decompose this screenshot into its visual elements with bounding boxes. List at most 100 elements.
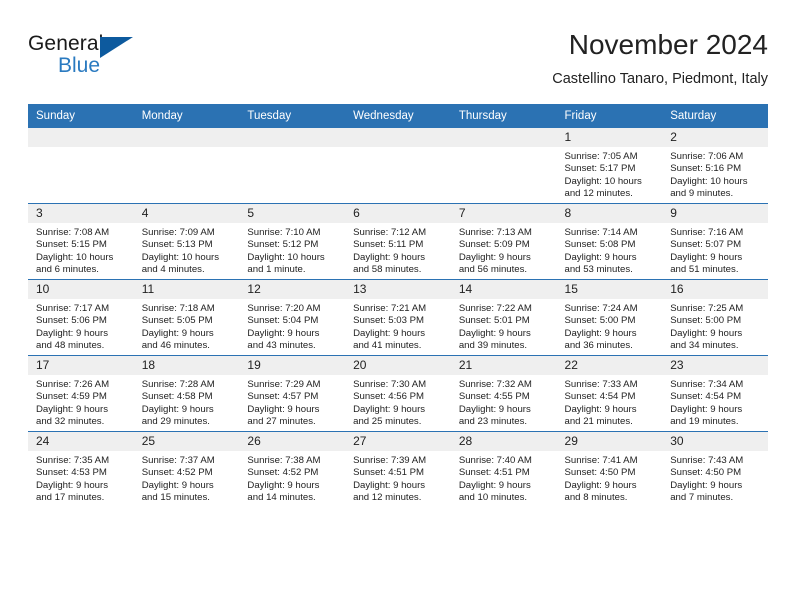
sunrise-text: Sunrise: 7:41 AM (564, 455, 638, 466)
daylight-text-line1: Daylight: 9 hours (141, 479, 214, 491)
day-details: Sunrise: 7:40 AM Sunset: 4:51 PM Daylight:… (451, 451, 557, 505)
day-number: 19 (239, 356, 346, 375)
day-number (450, 128, 557, 147)
daylight-text-line1: Daylight: 9 hours (458, 479, 531, 491)
sunset-text: Sunset: 5:05 PM (141, 315, 213, 327)
location-subtitle: Castellino Tanaro, Piedmont, Italy (552, 71, 768, 87)
sunset-text: Sunset: 5:11 PM (353, 239, 424, 251)
daylight-text-line1: Daylight: 9 hours (247, 479, 320, 491)
day-number: 29 (556, 432, 663, 451)
daylight-text-line2: and 43 minutes. (247, 340, 316, 352)
day-number: 1 (556, 128, 663, 147)
day-number: 8 (556, 204, 663, 223)
calendar-day-cell[interactable]: 29 Sunrise: 7:41 AM Sunset: 4:50 PM Dayligh… (556, 431, 663, 507)
sunrise-text: Sunrise: 7:24 AM (564, 303, 638, 314)
daylight-text-line1: Daylight: 10 hours (564, 175, 642, 187)
daylight-text-line2: and 48 minutes. (36, 340, 105, 352)
calendar-day-cell[interactable]: 9 Sunrise: 7:16 AM Sunset: 5:07 PM Daylight… (662, 203, 768, 280)
sunset-text: Sunset: 4:52 PM (141, 467, 213, 479)
sunset-text: Sunset: 5:03 PM (353, 315, 425, 327)
sunrise-text: Sunrise: 7:40 AM (458, 455, 532, 466)
day-details: Sunrise: 7:34 AM Sunset: 4:54 PM Daylight:… (662, 375, 768, 429)
sunset-text: Sunset: 4:51 PM (353, 467, 425, 479)
daylight-text-line1: Daylight: 9 hours (564, 403, 637, 415)
calendar-day-cell[interactable]: 1 Sunrise: 7:05 AM Sunset: 5:17 PM Daylight… (556, 128, 663, 204)
calendar-day-cell[interactable]: 14 Sunrise: 7:22 AM Sunset: 5:01 PM Dayligh… (450, 279, 557, 356)
calendar-day-cell[interactable]: 16 Sunrise: 7:25 AM Sunset: 5:00 PM Dayligh… (662, 279, 768, 356)
day-number (28, 128, 134, 147)
daylight-text-line2: and 12 minutes. (564, 188, 633, 200)
calendar-day-cell[interactable]: 8 Sunrise: 7:14 AM Sunset: 5:08 PM Daylight… (556, 203, 663, 280)
calendar-day-cell[interactable]: 20 Sunrise: 7:30 AM Sunset: 4:56 PM Dayligh… (345, 355, 451, 432)
calendar-day-cell[interactable]: 10 Sunrise: 7:17 AM Sunset: 5:06 PM Dayligh… (28, 279, 134, 356)
calendar-day-cell[interactable]: 6 Sunrise: 7:12 AM Sunset: 5:11 PM Daylight… (345, 203, 451, 280)
sunrise-text: Sunrise: 7:26 AM (36, 379, 110, 390)
calendar-day-cell[interactable]: 21 Sunrise: 7:32 AM Sunset: 4:55 PM Dayligh… (450, 355, 557, 432)
calendar-day-cell[interactable]: 15 Sunrise: 7:24 AM Sunset: 5:00 PM Dayligh… (556, 279, 663, 356)
day-details: Sunrise: 7:22 AM Sunset: 5:01 PM Daylight:… (451, 299, 557, 353)
calendar-day-cell[interactable]: 5 Sunrise: 7:10 AM Sunset: 5:12 PM Daylight… (239, 203, 346, 280)
calendar-day-cell-empty (450, 128, 557, 204)
calendar-day-cell[interactable]: 4 Sunrise: 7:09 AM Sunset: 5:13 PM Daylight… (133, 203, 240, 280)
calendar-page: General Blue November 2024 Castellino Ta… (0, 0, 792, 612)
day-details: Sunrise: 7:41 AM Sunset: 4:50 PM Daylight:… (557, 451, 663, 505)
day-details: Sunrise: 7:17 AM Sunset: 5:06 PM Daylight:… (28, 299, 134, 353)
calendar-day-cell[interactable]: 28 Sunrise: 7:40 AM Sunset: 4:51 PM Dayligh… (450, 431, 557, 507)
calendar-day-cell[interactable]: 26 Sunrise: 7:38 AM Sunset: 4:52 PM Dayligh… (239, 431, 346, 507)
calendar-day-cell[interactable]: 7 Sunrise: 7:13 AM Sunset: 5:09 PM Daylight… (450, 203, 557, 280)
sunset-text: Sunset: 4:54 PM (564, 391, 636, 403)
day-details: Sunrise: 7:24 AM Sunset: 5:00 PM Daylight:… (557, 299, 663, 353)
calendar-day-cell[interactable]: 12 Sunrise: 7:20 AM Sunset: 5:04 PM Dayligh… (239, 279, 346, 356)
daylight-text-line1: Daylight: 9 hours (670, 403, 743, 415)
calendar-day-cell[interactable]: 2 Sunrise: 7:06 AM Sunset: 5:16 PM Daylight… (662, 128, 768, 204)
calendar-day-cell[interactable]: 18 Sunrise: 7:28 AM Sunset: 4:58 PM Dayligh… (133, 355, 240, 432)
daylight-text-line1: Daylight: 9 hours (564, 327, 637, 339)
sunrise-text: Sunrise: 7:12 AM (353, 227, 427, 238)
day-number: 16 (662, 280, 768, 299)
day-number: 17 (28, 356, 134, 375)
calendar-day-cell[interactable]: 3 Sunrise: 7:08 AM Sunset: 5:15 PM Daylight… (28, 203, 134, 280)
calendar-day-cell[interactable]: 30 Sunrise: 7:43 AM Sunset: 4:50 PM Dayligh… (662, 431, 768, 507)
daylight-text-line2: and 32 minutes. (36, 416, 105, 428)
weekday-header-tuesday: Tuesday (239, 104, 346, 128)
calendar-day-cell[interactable]: 27 Sunrise: 7:39 AM Sunset: 4:51 PM Dayligh… (345, 431, 451, 507)
sunset-text: Sunset: 4:50 PM (670, 467, 742, 479)
weekday-header-sunday: Sunday (28, 104, 134, 128)
sunrise-text: Sunrise: 7:25 AM (670, 303, 744, 314)
calendar-day-cell[interactable]: 24 Sunrise: 7:35 AM Sunset: 4:53 PM Dayligh… (28, 431, 134, 507)
daylight-text-line2: and 51 minutes. (670, 264, 739, 276)
day-details: Sunrise: 7:39 AM Sunset: 4:51 PM Daylight:… (345, 451, 451, 505)
day-details: Sunrise: 7:20 AM Sunset: 5:04 PM Daylight:… (239, 299, 345, 353)
calendar-day-cell[interactable]: 25 Sunrise: 7:37 AM Sunset: 4:52 PM Dayligh… (133, 431, 240, 507)
day-details: Sunrise: 7:05 AM Sunset: 5:17 PM Daylight:… (557, 147, 663, 201)
sunrise-text: Sunrise: 7:05 AM (564, 151, 638, 162)
calendar-day-cell[interactable]: 13 Sunrise: 7:21 AM Sunset: 5:03 PM Dayligh… (345, 279, 451, 356)
daylight-text-line1: Daylight: 9 hours (458, 327, 531, 339)
calendar-day-cell[interactable]: 11 Sunrise: 7:18 AM Sunset: 5:05 PM Dayligh… (133, 279, 240, 356)
day-details: Sunrise: 7:26 AM Sunset: 4:59 PM Daylight:… (28, 375, 134, 429)
calendar-day-cell[interactable]: 19 Sunrise: 7:29 AM Sunset: 4:57 PM Dayligh… (239, 355, 346, 432)
general-blue-logo[interactable]: General Blue (28, 32, 148, 88)
daylight-text-line1: Daylight: 9 hours (458, 403, 531, 415)
calendar-day-cell[interactable]: 22 Sunrise: 7:33 AM Sunset: 4:54 PM Dayligh… (556, 355, 663, 432)
title-block: November 2024 Castellino Tanaro, Piedmon… (552, 28, 768, 90)
daylight-text-line1: Daylight: 9 hours (670, 479, 743, 491)
daylight-text-line2: and 25 minutes. (353, 416, 422, 428)
sunrise-text: Sunrise: 7:18 AM (141, 303, 215, 314)
day-details: Sunrise: 7:32 AM Sunset: 4:55 PM Daylight:… (451, 375, 557, 429)
sunset-text: Sunset: 4:54 PM (670, 391, 742, 403)
calendar-day-cell[interactable]: 17 Sunrise: 7:26 AM Sunset: 4:59 PM Dayligh… (28, 355, 134, 432)
sunset-text: Sunset: 5:15 PM (36, 239, 107, 251)
day-details: Sunrise: 7:14 AM Sunset: 5:08 PM Daylight:… (557, 223, 663, 277)
daylight-text-line1: Daylight: 9 hours (36, 403, 108, 415)
weekday-header-row: Sunday Monday Tuesday Wednesday Thursday… (28, 104, 768, 128)
calendar-day-cell[interactable]: 23 Sunrise: 7:34 AM Sunset: 4:54 PM Dayligh… (662, 355, 768, 432)
daylight-text-line2: and 29 minutes. (141, 416, 210, 428)
sunrise-text: Sunrise: 7:10 AM (247, 227, 321, 238)
sunrise-text: Sunrise: 7:35 AM (36, 455, 110, 466)
daylight-text-line1: Daylight: 10 hours (247, 251, 325, 263)
day-details: Sunrise: 7:16 AM Sunset: 5:07 PM Daylight:… (662, 223, 768, 277)
daylight-text-line1: Daylight: 9 hours (353, 251, 426, 263)
daylight-text-line2: and 27 minutes. (247, 416, 316, 428)
sunrise-text: Sunrise: 7:21 AM (353, 303, 427, 314)
